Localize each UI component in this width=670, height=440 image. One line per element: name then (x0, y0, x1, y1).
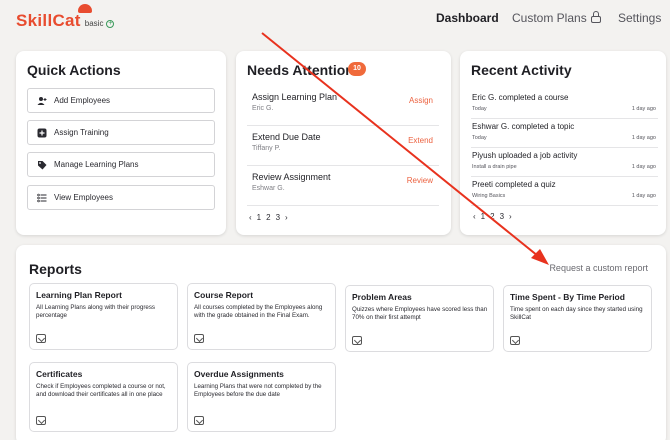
logo[interactable]: SkillCat basic + (16, 4, 115, 31)
activity-item-subtitle: Today (472, 106, 487, 112)
pager-page-2[interactable]: 2 (266, 213, 270, 222)
extend-action-link[interactable]: Extend (408, 136, 433, 145)
pager-prev-icon[interactable]: ‹ (249, 213, 252, 222)
attention-pager: ‹ 1 2 3 › (249, 213, 288, 222)
logo-text: SkillCat (16, 11, 81, 30)
pager-page-3[interactable]: 3 (500, 212, 504, 221)
activity-item-date: 1 day ago (631, 106, 656, 112)
download-icon[interactable] (352, 336, 362, 345)
pager-next-icon[interactable]: › (509, 212, 512, 221)
review-action-link[interactable]: Review (407, 176, 433, 185)
attention-count-badge: 10 (348, 62, 366, 76)
activity-item[interactable]: Eric G. completed a course Today 1 day a… (471, 90, 658, 119)
report-card-title: Learning Plan Report (36, 290, 122, 300)
activity-item-date: 1 day ago (631, 164, 656, 170)
assign-action-link[interactable]: Assign (409, 96, 433, 105)
recent-activity-card: Recent Activity Eric G. completed a cour… (460, 51, 666, 235)
logo-hat-icon (78, 4, 92, 13)
activity-item-title: Preeti completed a quiz (472, 180, 556, 189)
report-card-time-spent[interactable]: Time Spent - By Time Period Time spent o… (503, 285, 652, 352)
activity-item-subtitle: Today (472, 135, 487, 141)
report-card-certificates[interactable]: Certificates Check if Employees complete… (29, 362, 178, 432)
quick-actions-title: Quick Actions (27, 62, 121, 78)
view-employees-label: View Employees (54, 193, 113, 202)
download-icon[interactable] (194, 416, 204, 425)
add-employees-label: Add Employees (54, 96, 111, 105)
activity-item[interactable]: Piyush uploaded a job activity Install a… (471, 148, 658, 177)
attention-item-subtitle: Eshwar G. (252, 185, 285, 192)
lock-icon (590, 11, 601, 23)
nav-custom-plans-label: Custom Plans (512, 11, 587, 25)
activity-item-title: Eshwar G. completed a topic (472, 122, 575, 131)
report-card-title: Certificates (36, 369, 83, 379)
activity-item-subtitle: Wiring Basics (472, 193, 506, 199)
plan-tier-label: basic (84, 19, 104, 28)
request-custom-report-link[interactable]: Request a custom report (549, 263, 648, 273)
report-card-title: Course Report (194, 290, 254, 300)
pager-page-2[interactable]: 2 (490, 212, 494, 221)
attention-item-subtitle: Tiffany P. (252, 145, 281, 152)
nav-custom-plans[interactable]: Custom Plans (512, 11, 601, 25)
pager-page-1[interactable]: 1 (481, 212, 485, 221)
activity-item[interactable]: Preeti completed a quiz Wiring Basics 1 … (471, 177, 658, 206)
top-bar: SkillCat basic + Dashboard Custom Plans … (0, 0, 670, 40)
quick-actions-card: Quick Actions Add Employees Assign Train… (16, 51, 226, 235)
needs-attention-title: Needs Attention (247, 62, 354, 78)
pager-next-icon[interactable]: › (285, 213, 288, 222)
report-card-description: All courses completed by the Employees a… (194, 304, 323, 319)
report-card-title: Overdue Assignments (194, 369, 284, 379)
assign-training-button[interactable]: Assign Training (27, 120, 215, 145)
manage-learning-plans-button[interactable]: Manage Learning Plans (27, 152, 215, 177)
nav-dashboard[interactable]: Dashboard (436, 11, 499, 25)
attention-item[interactable]: Review Assignment Eshwar G. Review (247, 168, 439, 206)
assign-training-label: Assign Training (54, 128, 109, 137)
reports-card: Reports Request a custom report Learning… (16, 245, 666, 440)
attention-item-title: Assign Learning Plan (252, 92, 338, 102)
add-user-icon (37, 96, 47, 106)
pager-page-3[interactable]: 3 (276, 213, 280, 222)
report-card-overdue-assignments[interactable]: Overdue Assignments Learning Plans that … (187, 362, 336, 432)
download-icon[interactable] (36, 334, 46, 343)
report-card-learning-plan[interactable]: Learning Plan Report All Learning Plans … (29, 283, 178, 350)
report-card-problem-areas[interactable]: Problem Areas Quizzes where Employees ha… (345, 285, 494, 352)
nav-settings[interactable]: Settings (618, 11, 661, 25)
report-card-description: All Learning Plans along with their prog… (36, 304, 156, 319)
pager-page-1[interactable]: 1 (257, 213, 261, 222)
attention-item-title: Extend Due Date (252, 132, 321, 142)
needs-attention-card: Needs Attention 10 Assign Learning Plan … (236, 51, 451, 235)
report-card-title: Time Spent - By Time Period (510, 292, 625, 302)
tag-icon (37, 160, 47, 170)
download-icon[interactable] (194, 334, 204, 343)
activity-item-title: Eric G. completed a course (472, 93, 569, 102)
pager-prev-icon[interactable]: ‹ (473, 212, 476, 221)
view-employees-button[interactable]: View Employees (27, 185, 215, 210)
activity-item-date: 1 day ago (631, 135, 656, 141)
activity-item-date: 1 day ago (631, 193, 656, 199)
reports-title: Reports (29, 261, 82, 277)
activity-item-subtitle: Install a drain pipe (472, 164, 517, 170)
attention-item[interactable]: Extend Due Date Tiffany P. Extend (247, 128, 439, 166)
report-card-description: Time spent on each day since they starte… (510, 306, 643, 321)
recent-activity-title: Recent Activity (471, 62, 572, 78)
activity-pager: ‹ 1 2 3 › (473, 212, 512, 221)
attention-item-subtitle: Eric G. (252, 105, 274, 112)
upgrade-plus-icon[interactable]: + (106, 20, 115, 28)
manage-learning-plans-label: Manage Learning Plans (54, 160, 139, 169)
list-icon (37, 193, 47, 203)
report-card-description: Learning Plans that were not completed b… (194, 383, 322, 398)
download-icon[interactable] (36, 416, 46, 425)
download-icon[interactable] (510, 336, 520, 345)
activity-item[interactable]: Eshwar G. completed a topic Today 1 day … (471, 119, 658, 148)
report-card-description: Quizzes where Employees have scored less… (352, 306, 488, 321)
activity-item-title: Piyush uploaded a job activity (472, 151, 578, 160)
report-card-title: Problem Areas (352, 292, 412, 302)
add-employees-button[interactable]: Add Employees (27, 88, 215, 113)
attention-item-title: Review Assignment (252, 172, 331, 182)
plus-square-icon (37, 128, 47, 138)
report-card-course[interactable]: Course Report All courses completed by t… (187, 283, 336, 350)
attention-item[interactable]: Assign Learning Plan Eric G. Assign (247, 88, 439, 126)
report-card-description: Check if Employees completed a course or… (36, 383, 166, 398)
